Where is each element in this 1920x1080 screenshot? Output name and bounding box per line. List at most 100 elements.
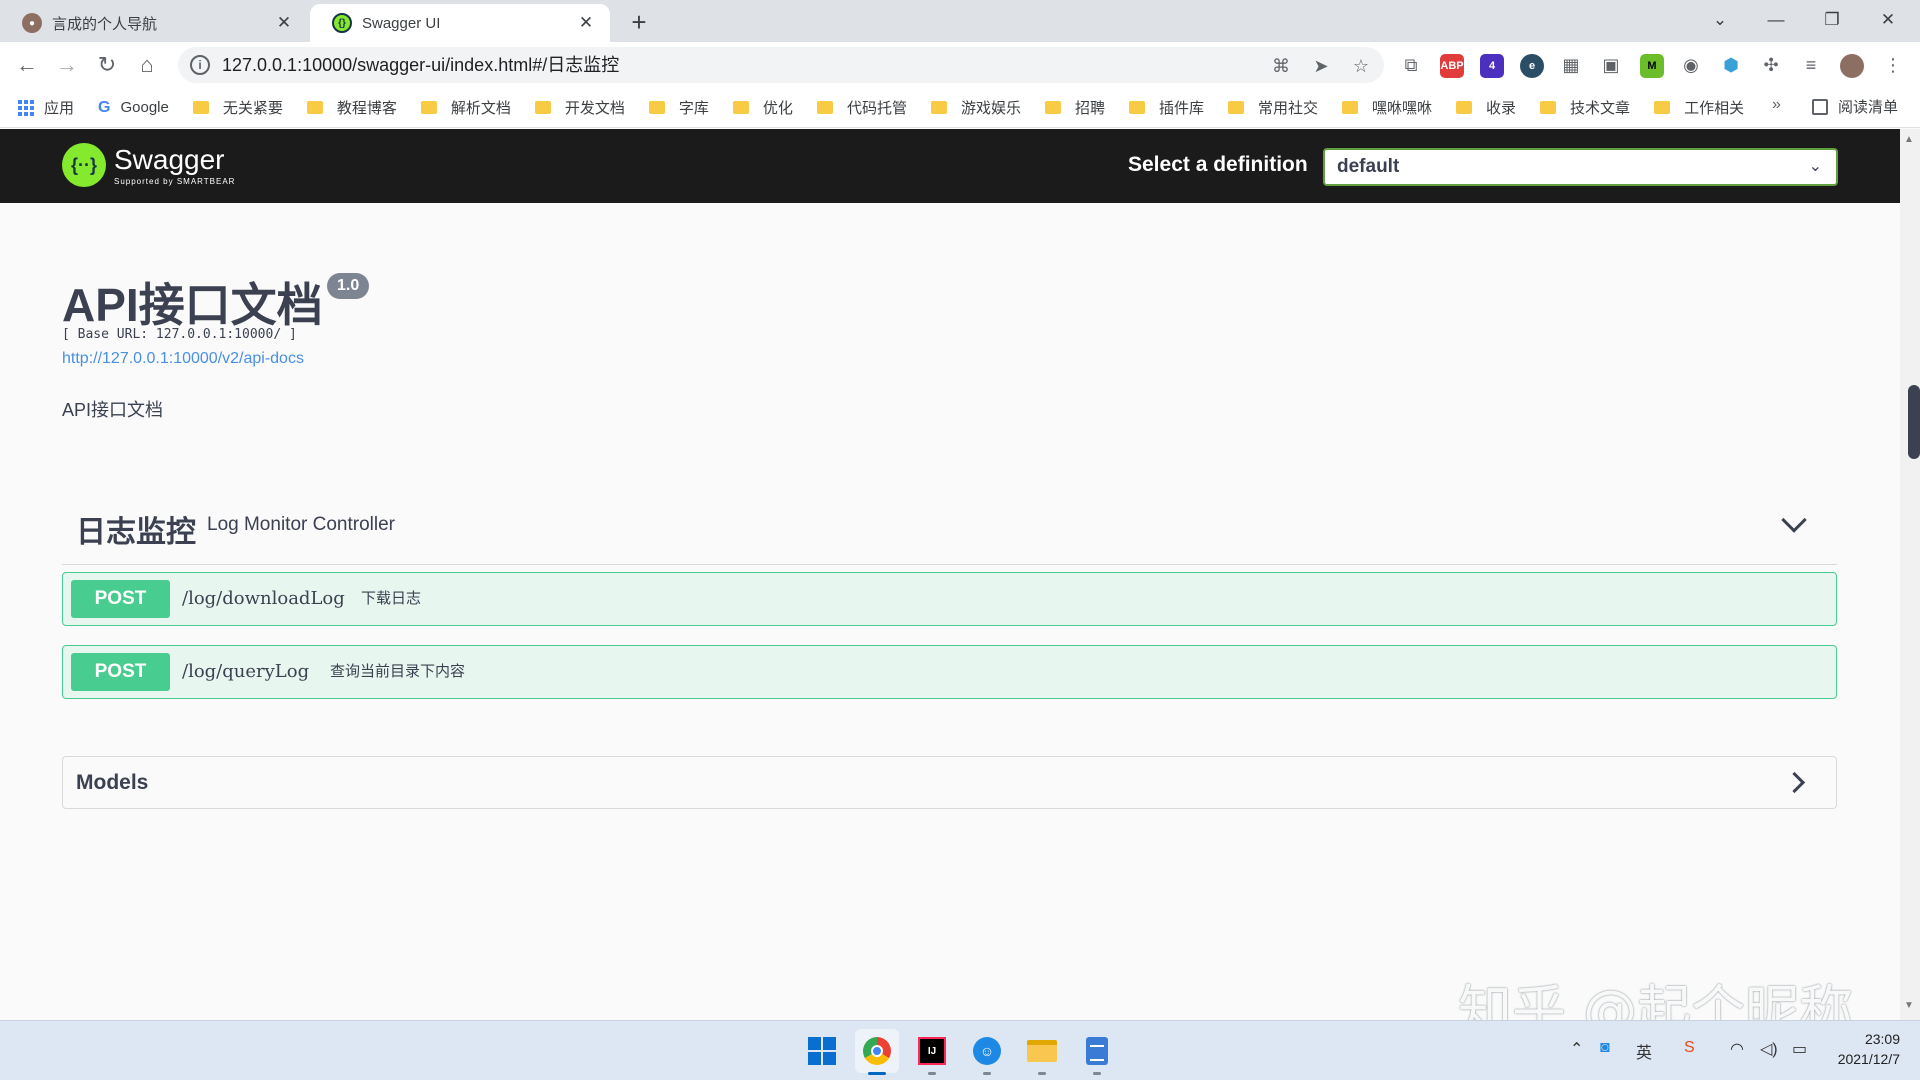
folder-icon xyxy=(1228,101,1244,114)
method-badge: POST xyxy=(71,653,170,691)
bookmarks-overflow-button[interactable]: » xyxy=(1772,96,1781,114)
tampermonkey-icon[interactable]: ◉ xyxy=(1680,54,1702,76)
bookmark-star-icon[interactable]: ☆ xyxy=(1350,55,1372,77)
folder-icon xyxy=(1027,1040,1057,1062)
bookmark-apps[interactable]: 应用 xyxy=(18,97,74,118)
models-label: Models xyxy=(76,771,149,794)
tag-section-header[interactable]: 日志监控 Log Monitor Controller xyxy=(62,495,1837,565)
sogou-input-icon[interactable]: S xyxy=(1684,1039,1695,1057)
operation-query-log[interactable]: POST /log/queryLog 查询当前目录下内容 xyxy=(62,645,1837,699)
swagger-logo[interactable]: {··} Swagger Supported by SMARTBEAR xyxy=(62,143,235,187)
clock-time: 23:09 xyxy=(1864,1031,1900,1047)
site-info-icon[interactable]: i xyxy=(190,55,210,75)
close-window-button[interactable]: ✕ xyxy=(1860,0,1916,42)
folder-icon xyxy=(1342,101,1359,114)
url-text[interactable]: 127.0.0.1:10000/swagger-ui/index.html#/日… xyxy=(222,47,619,83)
folder-icon xyxy=(534,101,551,114)
folder-icon xyxy=(1654,101,1671,114)
operation-download-log[interactable]: POST /log/downloadLog 下载日志 xyxy=(62,572,1837,626)
bookmark-folder[interactable]: 收录 xyxy=(1456,97,1516,118)
bookmark-folder[interactable]: 常用社交 xyxy=(1228,97,1318,118)
definition-select[interactable]: default ⌄ xyxy=(1323,148,1838,186)
minimize-button[interactable]: — xyxy=(1748,0,1804,42)
operation-path: /log/downloadLog xyxy=(182,588,345,609)
tray-overflow-icon[interactable]: ⌃ xyxy=(1570,1039,1583,1059)
tab-swagger-ui[interactable]: {} Swagger UI ✕ xyxy=(310,4,610,42)
home-icon[interactable]: ⌂ xyxy=(132,50,162,80)
logo-name: Swagger xyxy=(114,143,225,175)
volume-icon[interactable]: ◁) xyxy=(1760,1039,1778,1059)
reading-list-button[interactable]: 阅读清单 xyxy=(1812,96,1898,117)
taskbar-file-explorer[interactable] xyxy=(1020,1029,1064,1075)
profile-avatar[interactable] xyxy=(1840,54,1864,78)
folder-icon xyxy=(732,101,749,114)
api-docs-link[interactable]: http://127.0.0.1:10000/v2/api-docs xyxy=(62,350,304,368)
taskbar-chrome[interactable] xyxy=(855,1029,899,1075)
bookmark-folder[interactable]: 招聘 xyxy=(1044,97,1105,118)
tray-app-icon[interactable]: ◙ xyxy=(1600,1039,1610,1057)
back-icon[interactable]: ← xyxy=(12,50,42,80)
picture-in-picture-icon[interactable]: ▣ xyxy=(1600,54,1622,76)
operation-path: /log/queryLog xyxy=(182,661,310,682)
wifi-icon[interactable]: ◠ xyxy=(1730,1039,1744,1059)
page-scrollbar[interactable] xyxy=(1900,129,1920,1020)
media-queue-icon[interactable]: ≡ xyxy=(1800,54,1822,76)
bookmark-folder[interactable]: 插件库 xyxy=(1128,97,1204,118)
bookmark-folder[interactable]: 优化 xyxy=(732,97,793,118)
bookmark-folder[interactable]: 游戏娱乐 xyxy=(930,97,1021,118)
bookmark-folder[interactable]: 技术文章 xyxy=(1540,97,1630,118)
qr-code-icon[interactable]: ▦ xyxy=(1560,54,1582,76)
forward-icon[interactable]: → xyxy=(52,50,82,80)
api-description: API接口文档 xyxy=(62,400,164,420)
bookmark-folder[interactable]: 代码托管 xyxy=(816,97,907,118)
menu-kebab-icon[interactable]: ⋮ xyxy=(1882,54,1904,76)
windows-logo-icon xyxy=(808,1037,836,1065)
models-section[interactable]: Models xyxy=(62,756,1837,809)
tab-title: 言成的个人导航 xyxy=(52,15,158,33)
close-tab-icon[interactable]: ✕ xyxy=(576,13,596,33)
scrollbar-thumb[interactable] xyxy=(1908,385,1920,459)
e-extension-icon[interactable]: e xyxy=(1520,54,1544,78)
bookmark-folder[interactable]: 嘿咻嘿咻 xyxy=(1342,97,1432,118)
extensions-puzzle-icon[interactable]: ✣ xyxy=(1760,54,1782,76)
tab-search-icon[interactable]: ⌄ xyxy=(1692,0,1748,42)
start-button[interactable] xyxy=(800,1029,844,1073)
address-bar[interactable]: i 127.0.0.1:10000/swagger-ui/index.html#… xyxy=(178,47,1384,83)
taskbar-contacts[interactable]: ☺ xyxy=(965,1029,1009,1075)
send-icon[interactable]: ➤ xyxy=(1310,55,1332,77)
shield-extension-icon[interactable]: ⬢ xyxy=(1720,54,1742,76)
folder-icon xyxy=(930,101,947,114)
m-extension-icon[interactable]: M xyxy=(1640,54,1664,78)
bookmark-folder[interactable]: 字库 xyxy=(648,97,709,118)
extension-badge-icon[interactable]: 4 xyxy=(1480,54,1504,78)
adblock-extension-icon[interactable]: ABP xyxy=(1440,54,1464,78)
bookmark-folder[interactable]: 解析文档 xyxy=(420,97,511,118)
copy-extension-icon[interactable]: ⧉ xyxy=(1400,54,1422,76)
browser-toolbar: ← → ↻ ⌂ i 127.0.0.1:10000/swagger-ui/ind… xyxy=(0,42,1920,88)
bookmark-folder[interactable]: 教程博客 xyxy=(306,97,397,118)
chevron-down-icon[interactable] xyxy=(1781,507,1807,533)
system-clock[interactable]: 23:09 2021/12/7 xyxy=(1800,1029,1900,1069)
chevron-right-icon[interactable] xyxy=(1783,771,1806,794)
scroll-up-arrow-icon[interactable]: ▲ xyxy=(1904,134,1914,145)
tab-navigation-page[interactable]: ● 言成的个人导航 ✕ xyxy=(0,4,308,42)
reload-icon[interactable]: ↻ xyxy=(92,50,122,80)
restore-button[interactable]: ❐ xyxy=(1804,0,1860,42)
translate-icon[interactable]: ⌘ xyxy=(1270,55,1292,77)
swagger-logo-icon: {··} xyxy=(62,143,106,187)
taskbar-notepad[interactable] xyxy=(1075,1029,1119,1075)
bookmark-folder[interactable]: 无关紧要 xyxy=(192,97,283,118)
bookmark-google[interactable]: G Google xyxy=(98,99,169,117)
scroll-down-arrow-icon[interactable]: ▼ xyxy=(1904,1000,1914,1011)
bookmark-folder[interactable]: 工作相关 xyxy=(1654,97,1744,118)
chevron-down-icon: ⌄ xyxy=(1808,158,1822,175)
ime-indicator[interactable]: 英 xyxy=(1636,1039,1652,1063)
close-tab-icon[interactable]: ✕ xyxy=(274,13,294,33)
swagger-topbar: {··} Swagger Supported by SMARTBEAR Sele… xyxy=(0,129,1900,203)
new-tab-button[interactable]: + xyxy=(622,6,656,40)
bookmark-folder[interactable]: 开发文档 xyxy=(534,97,625,118)
clock-date: 2021/12/7 xyxy=(1837,1051,1900,1067)
windows-taskbar: IJ ☺ ⌃ ◙ 英 S ◠ ◁) ▭ 23:09 2021/12/7 xyxy=(0,1020,1920,1080)
version-badge: 1.0 xyxy=(327,273,370,299)
taskbar-intellij[interactable]: IJ xyxy=(910,1029,954,1075)
